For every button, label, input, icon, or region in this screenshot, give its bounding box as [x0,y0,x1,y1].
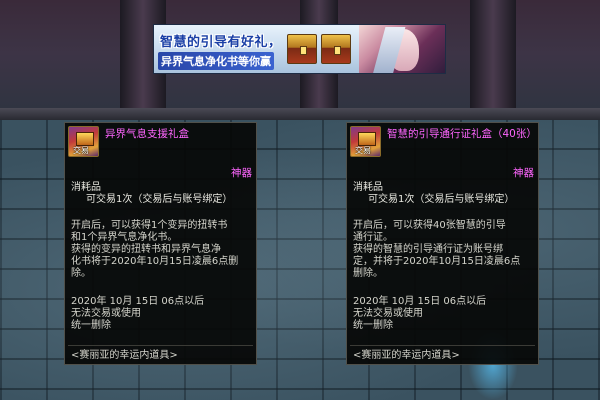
item-rarity: 神器 [231,167,252,179]
trade-tag: 交易 [355,146,371,155]
gift-box-icon: 交易 [350,126,381,157]
description-line: 获得的智慧的引导通行证为账号绑 [353,244,503,255]
item-name: 智慧的引导通行证礼盒（40张） [387,128,537,140]
item-source: <赛丽亚的幸运内道具> [353,350,460,361]
expiry-notice: 2020年 10月 15日 06点以后 无法交易或使用 统一删除 [353,296,537,332]
banner-subline: 异界气息净化书等你赢 [158,52,274,70]
banner-headline: 智慧的引导有好礼， [160,35,282,50]
description-line: 获得的变异的扭转书和异界气息净 [71,244,221,255]
description-line: 除。 [71,268,91,279]
description-line: 删除。 [353,268,383,279]
treasure-chest-icon [287,34,317,64]
expiry-line: 2020年 10月 15日 06点以后 [353,296,487,307]
pillar [470,0,516,120]
description-line: 通行证。 [353,232,393,243]
item-rarity: 神器 [513,167,534,179]
expiry-line: 2020年 10月 15日 06点以后 [71,296,205,307]
description-line: 开启后，可以获得40张智慧的引导 [353,220,506,231]
expiry-line: 统一删除 [71,320,111,331]
expiry-notice: 2020年 10月 15日 06点以后 无法交易或使用 统一删除 [71,296,255,332]
item-type: 消耗品 [71,182,101,193]
divider [68,345,253,346]
description-line: 化书将于2020年10月15日凌晨6点删 [71,256,239,267]
divider [350,345,535,346]
item-name: 异界气息支援礼盒 [105,128,189,140]
trade-rule: 可交易1次（交易后与账号绑定） [86,194,233,205]
expiry-line: 统一删除 [353,320,393,331]
expiry-line: 无法交易或使用 [71,308,141,319]
item-description: 开启后，可以获得40张智慧的引导 通行证。 获得的智慧的引导通行证为账号绑 定，… [353,220,537,280]
treasure-chest-icon [321,34,351,64]
description-line: 开启后，可以获得1个变异的扭转书 [71,220,228,231]
trade-tag: 交易 [73,146,89,155]
item-type: 消耗品 [353,182,383,193]
item-tooltip-pass-box: 交易 智慧的引导通行证礼盒（40张） 神器 消耗品 可交易1次（交易后与账号绑定… [346,122,539,365]
item-description: 开启后，可以获得1个变异的扭转书 和1个异界气息净化书。 获得的变异的扭转书和异… [71,220,255,280]
character-portrait [359,25,445,73]
item-tooltip-support-box: 交易 异界气息支援礼盒 神器 消耗品 可交易1次（交易后与账号绑定） 开启后，可… [64,122,257,365]
expiry-line: 无法交易或使用 [353,308,423,319]
description-line: 和1个异界气息净化书。 [71,232,178,243]
description-line: 定，并将于2020年10月15日凌晨6点 [353,256,521,267]
item-source: <赛丽亚的幸运内道具> [71,350,178,361]
event-banner[interactable]: 智慧的引导有好礼， 异界气息净化书等你赢 [153,24,446,74]
gift-box-icon: 交易 [68,126,99,157]
trade-rule: 可交易1次（交易后与账号绑定） [368,194,515,205]
